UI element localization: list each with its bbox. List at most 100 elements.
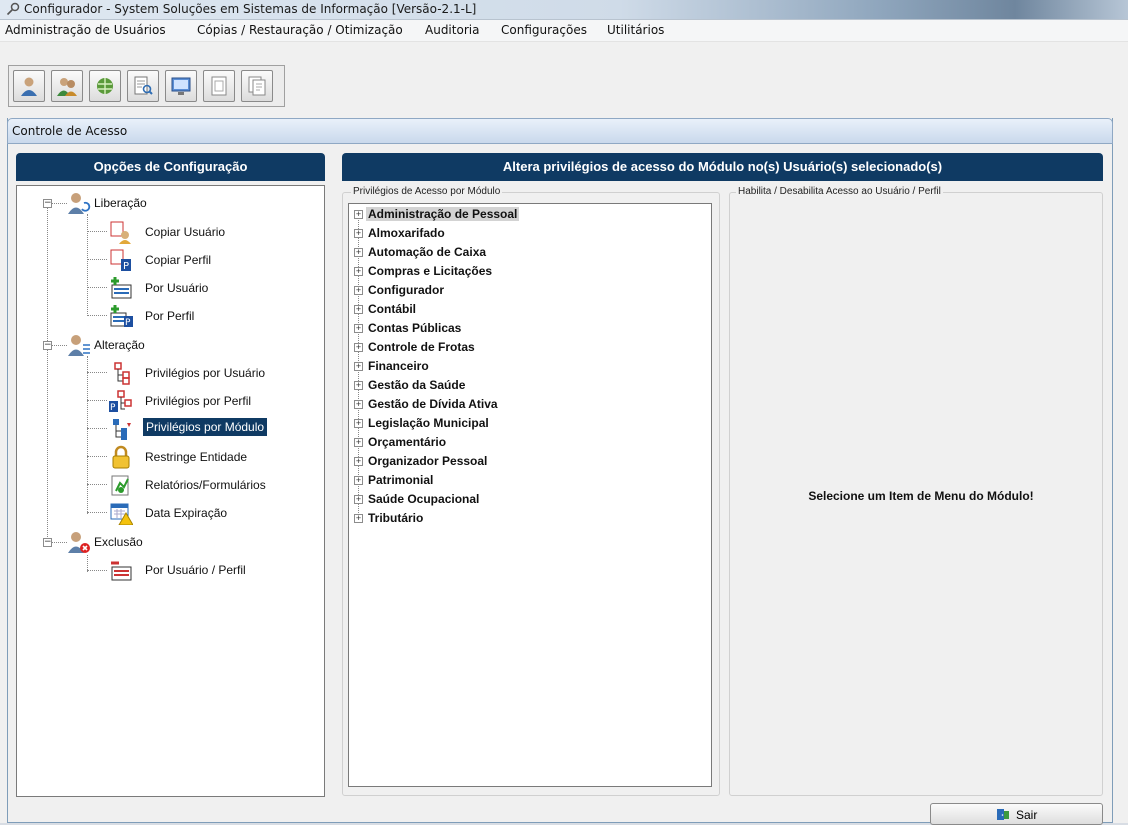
lock-icon [112,445,130,469]
module-item[interactable]: + Compras e Licitações [354,264,494,278]
module-item[interactable]: + Tributário [354,511,425,525]
config-tree[interactable]: − Liberação Copiar Usuário P Copiar Perf… [16,185,325,797]
tree-item-exclusao-usuario-perfil[interactable]: Por Usuário / Perfil [145,563,246,577]
tree-connector [47,203,48,543]
module-item[interactable]: + Saúde Ocupacional [354,492,481,506]
module-item[interactable]: + Administração de Pessoal [354,207,520,221]
exit-door-icon [997,809,1009,820]
exit-button[interactable]: Sair [930,803,1103,825]
user-icon [21,77,37,96]
tree-connector [87,512,107,513]
privileges-profile-icon: P [109,390,132,413]
access-group-title: Habilita / Desabilita Acesso ao Usuário … [736,186,943,197]
module-item[interactable]: + Gestão da Saúde [354,378,467,392]
user-delete-icon [68,532,90,553]
panel-header: Controle de Acesso [7,118,1113,144]
page-icon [211,76,227,96]
svg-text:P: P [110,403,116,413]
tree-group-liberacao[interactable]: Liberação [94,196,147,210]
tree-connector [87,570,107,571]
tree-connector [87,259,107,260]
exit-label: Sair [1016,808,1038,822]
module-item[interactable]: + Gestão de Dívida Ativa [354,397,500,411]
module-item[interactable]: + Contas Públicas [354,321,463,335]
tree-item-copiar-perfil[interactable]: Copiar Perfil [145,253,211,267]
copy-user-icon [110,221,131,244]
svg-text:P: P [125,318,131,328]
user-release-icon [68,193,91,214]
title-bar: Configurador - System Soluções em Sistem… [0,0,1128,20]
menu-copias[interactable]: Cópias / Restauração / Otimização [197,23,403,37]
module-item[interactable]: + Configurador [354,283,446,297]
modules-tree[interactable]: + Administração de Pessoal + Almoxarifado … [348,203,712,787]
tree-connector [87,287,107,288]
monitor-icon [171,77,191,95]
privileges-module-icon [113,419,131,440]
module-item[interactable]: + Contábil [354,302,418,316]
menu-bar: Administração de Usuários Cópias / Resta… [0,20,1128,42]
page-copy-button[interactable] [241,70,273,102]
network-button[interactable] [89,70,121,102]
module-item[interactable]: + Legislação Municipal [354,416,491,430]
module-item[interactable]: + Automação de Caixa [354,245,488,259]
menu-admin-usuarios[interactable]: Administração de Usuários [5,23,166,37]
privileges-user-icon [114,362,130,385]
module-privileges-header: Altera privilégios de acesso do Módulo n… [342,153,1103,181]
tree-connector [87,315,107,316]
tree-item-relatorios[interactable]: Relatórios/Formulários [145,478,266,492]
collapse-toggle[interactable]: − [43,538,52,547]
document-search-icon [134,76,153,95]
panel-title: Controle de Acesso [12,124,128,138]
collapse-toggle[interactable]: − [43,199,52,208]
user-button[interactable] [13,70,45,102]
app-window: Configurador - System Soluções em Sistem… [0,0,1128,825]
tree-connector [87,356,88,514]
module-item[interactable]: + Patrimonial [354,473,435,487]
tree-connector [87,400,107,401]
remove-user-list-icon [111,561,132,581]
page-button[interactable] [203,70,235,102]
tree-item-privilegios-perfil[interactable]: Privilégios por Perfil [145,394,251,408]
document-search-button[interactable] [127,70,159,102]
tree-connector [87,456,107,457]
tree-item-restringe-entidade[interactable]: Restringe Entidade [145,450,247,464]
module-item[interactable]: + Organizador Pessoal [354,454,489,468]
select-menu-item-message: Selecione um Item de Menu do Módulo! [808,489,1034,503]
user-edit-icon [68,335,90,356]
tree-item-por-usuario[interactable]: Por Usuário [145,281,208,295]
users-button[interactable] [51,70,83,102]
tree-connector [87,428,107,429]
tree-group-alteracao[interactable]: Alteração [94,338,145,352]
tree-connector [87,231,107,232]
menu-utilitarios[interactable]: Utilitários [607,23,664,37]
add-profile-list-icon: P [110,305,133,328]
module-item[interactable]: + Almoxarifado [354,226,447,240]
tree-item-privilegios-usuario[interactable]: Privilégios por Usuário [145,366,265,380]
copy-profile-icon: P [110,249,131,272]
tree-item-data-expiracao[interactable]: Data Expiração [145,506,227,520]
tree-connector [87,214,88,316]
module-item[interactable]: + Orçamentário [354,435,448,449]
report-icon [111,475,129,496]
menu-auditoria[interactable]: Auditoria [425,23,479,37]
calendar-warning-icon [110,503,133,525]
config-options-header: Opções de Configuração [16,153,325,181]
page-copy-icon [248,76,266,96]
network-icon [97,78,113,94]
tree-item-por-perfil[interactable]: Por Perfil [145,309,194,323]
users-icon [57,78,77,96]
monitor-button[interactable] [165,70,197,102]
svg-text:P: P [123,261,129,272]
collapse-toggle[interactable]: − [43,341,52,350]
module-item[interactable]: + Controle de Frotas [354,340,477,354]
toolbar [8,65,285,107]
menu-configuracoes[interactable]: Configurações [501,23,587,37]
tree-item-privilegios-modulo[interactable]: Privilégios por Módulo [143,418,268,436]
tree-connector [87,484,107,485]
tree-group-exclusao[interactable]: Exclusão [94,535,143,549]
add-user-list-icon [111,277,132,299]
app-key-icon [6,2,20,16]
tree-item-copiar-usuario[interactable]: Copiar Usuário [145,225,225,239]
module-item[interactable]: + Financeiro [354,359,431,373]
modules-group-title: Privilégios de Acesso por Módulo [351,186,503,197]
